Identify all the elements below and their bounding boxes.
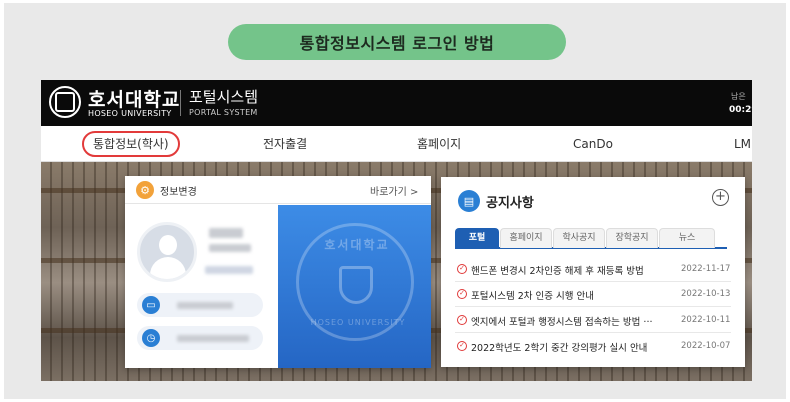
last-login-row: ◷	[137, 326, 263, 350]
gear-icon: ⚙	[136, 181, 154, 199]
notice-title: 공지사항	[486, 196, 534, 211]
main-nav: 통합정보(학사) 전자출결 홈페이지 CanDo LM	[41, 126, 752, 162]
avatar	[137, 222, 197, 282]
list-item[interactable]: ✓ 포털시스템 2차 인증 시행 안내 2022-10-13	[455, 282, 731, 307]
portal-system-title-en: PORTAL SYSTEM	[189, 108, 258, 117]
notice-item-date: 2022-10-07	[681, 341, 731, 351]
tab-scholarship[interactable]: 장학공지	[606, 228, 658, 248]
info-card-header: ⚙ 정보변경 바로가기 >	[125, 176, 431, 204]
tab-news[interactable]: 뉴스	[659, 228, 715, 248]
page-heading: 통합정보시스템 로그인 방법	[228, 24, 566, 60]
blurred-last-login	[177, 335, 249, 342]
more-plus-icon[interactable]: +	[712, 189, 729, 206]
notice-item-title[interactable]: 포털시스템 2차 인증 시행 안내	[471, 288, 671, 302]
tab-homepage[interactable]: 홈페이지	[500, 228, 552, 248]
portal-system-title[interactable]: 포털시스템	[189, 86, 258, 107]
nav-item-attendance[interactable]: 전자출결	[263, 126, 307, 162]
nav-item-homepage[interactable]: 홈페이지	[417, 126, 461, 162]
notice-tabs: 포털 홈페이지 학사공지 장학공지 뉴스	[455, 228, 727, 249]
nav-item-cando[interactable]: CanDo	[573, 126, 613, 162]
university-name[interactable]: 호서대학교	[88, 85, 180, 112]
info-card-title: 정보변경	[160, 187, 197, 198]
document-icon: ▤	[458, 190, 480, 212]
notice-item-title[interactable]: 핸드폰 변경시 2차인증 해제 후 재등록 방법	[471, 263, 671, 277]
clock-icon: ◷	[142, 329, 160, 347]
check-icon: ✓	[457, 289, 467, 299]
check-icon: ✓	[457, 264, 467, 274]
seal-text-korean: 호서대학교	[324, 238, 390, 252]
divider	[180, 90, 181, 116]
info-change-card: ⚙ 정보변경 바로가기 > ▭ ◷ 호서대학교 HOSEO UNIVERSITY	[125, 176, 431, 368]
seal-shield	[339, 266, 373, 304]
session-remaining-time: 00:29	[729, 105, 752, 115]
university-logo-panel: 호서대학교 HOSEO UNIVERSITY	[278, 205, 431, 368]
tab-portal[interactable]: 포털	[455, 228, 499, 248]
nav-item-integrated-info[interactable]: 통합정보(학사)	[82, 131, 180, 157]
nav-item-lms[interactable]: LM	[734, 126, 751, 162]
notice-item-date: 2022-10-13	[681, 289, 731, 299]
university-seal-icon: 호서대학교 HOSEO UNIVERSITY	[296, 223, 414, 341]
check-icon: ✓	[457, 341, 467, 351]
notice-item-title[interactable]: 엣지에서 포털과 행정시스템 접속하는 방법 ···	[471, 314, 671, 328]
list-item[interactable]: ✓ 핸드폰 변경시 2차인증 해제 후 재등록 방법 2022-11-17	[455, 257, 731, 282]
notice-card: ▤ 공지사항 + 포털 홈페이지 학사공지 장학공지 뉴스 ✓ 핸드폰 변경시 …	[441, 177, 745, 367]
student-id-row: ▭	[137, 293, 263, 317]
session-remaining-label: 남은	[731, 92, 746, 101]
seal-text-english: HOSEO UNIVERSITY	[310, 318, 406, 327]
blurred-user-info	[209, 244, 251, 252]
shortcut-link[interactable]: 바로가기 >	[370, 183, 418, 198]
blurred-user-name	[209, 228, 243, 238]
portal-screen: 호서대학교 HOSEO UNIVERSITY 포털시스템 PORTAL SYST…	[41, 80, 752, 381]
university-emblem-icon[interactable]	[49, 86, 81, 118]
top-bar: 호서대학교 HOSEO UNIVERSITY 포털시스템 PORTAL SYST…	[41, 80, 752, 126]
university-name-en: HOSEO UNIVERSITY	[88, 109, 172, 118]
blurred-student-id	[177, 302, 233, 309]
list-item[interactable]: ✓ 엣지에서 포털과 행정시스템 접속하는 방법 ··· 2022-10-11	[455, 308, 731, 333]
list-item[interactable]: ✓ 2022학년도 2학기 중간 강의평가 실시 안내 2022-10-07	[455, 334, 731, 359]
check-icon: ✓	[457, 315, 467, 325]
notice-item-date: 2022-10-11	[681, 315, 731, 325]
tab-academic[interactable]: 학사공지	[553, 228, 605, 248]
notice-item-title[interactable]: 2022학년도 2학기 중간 강의평가 실시 안내	[471, 340, 671, 354]
monitor-icon: ▭	[142, 296, 160, 314]
blurred-user-detail	[205, 266, 253, 274]
notice-item-date: 2022-11-17	[681, 264, 731, 274]
